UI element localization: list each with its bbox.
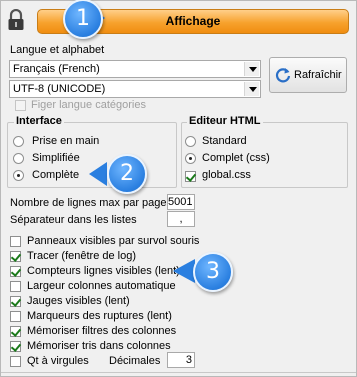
checkbox-trace-log[interactable] [10, 251, 21, 262]
global-css-label: global.css [202, 169, 251, 181]
checkbox-label: Tracer (fenêtre de log) [27, 250, 137, 262]
refresh-icon [275, 68, 291, 83]
checkbox-label: Jauges visibles (lent) [27, 295, 130, 307]
lock-icon[interactable] [7, 9, 25, 31]
checkbox-label: Mémoriser filtres des colonnes [27, 325, 177, 337]
checkbox-remember-sorts[interactable] [10, 341, 21, 352]
interface-radio-1[interactable] [13, 153, 24, 164]
checkbox-line-counters[interactable] [10, 266, 21, 277]
language-section-label: Langue et alphabet [10, 44, 105, 56]
badge-3-pointer [173, 259, 195, 283]
settings-panel: Affichage 1 Langue et alphabet Français … [0, 0, 357, 377]
freeze-language-checkbox[interactable] [15, 100, 26, 111]
decimals-label: Décimales [109, 355, 161, 367]
badge-2-pointer [89, 162, 107, 186]
global-css-checkbox[interactable] [185, 171, 196, 182]
checkbox-label: Mémoriser tris dans colonnes [27, 340, 171, 352]
interface-group-title: Interface [14, 115, 64, 127]
language-select-value: Français (French) [13, 63, 100, 75]
checkbox-gauges[interactable] [10, 296, 21, 307]
checkbox-comma-quantities[interactable] [10, 356, 21, 367]
editor-option-label: Complet (css) [202, 152, 270, 164]
max-lines-label: Nombre de lignes max par page [10, 197, 167, 209]
checkbox-label: Panneaux visibles par survol souris [27, 235, 200, 247]
separator-label: Séparateur dans les listes [10, 214, 137, 226]
checkbox-break-markers[interactable] [10, 311, 21, 322]
editor-option-label: Standard [202, 135, 247, 147]
editor-radio-1[interactable] [185, 153, 196, 164]
checkbox-label: Compteurs lignes visibles (lent) [27, 265, 180, 277]
chevron-down-icon [244, 82, 259, 96]
max-lines-input[interactable]: 5001 [167, 194, 195, 210]
refresh-button[interactable]: Rafraîchir [269, 57, 347, 93]
language-select[interactable]: Français (French) [9, 60, 261, 78]
checkbox-label: Largeur colonnes automatique [27, 280, 176, 292]
checkbox-label: Marqueurs des ruptures (lent) [27, 310, 172, 322]
interface-option-label: Prise en main [32, 135, 100, 147]
refresh-button-label: Rafraîchir [294, 69, 342, 81]
editor-group-title: Editeur HTML [187, 115, 263, 127]
interface-radio-2[interactable] [13, 170, 24, 181]
freeze-language-label: Figer langue catégories [31, 99, 146, 111]
decimals-input[interactable]: 3 [167, 352, 195, 368]
encoding-select[interactable]: UTF-8 (UNICODE) [9, 80, 261, 98]
checkbox-label: Qt à virgules [27, 355, 89, 367]
separator-input[interactable]: , [167, 211, 195, 227]
step-badge-3: 3 [193, 252, 233, 292]
interface-radio-0[interactable] [13, 136, 24, 147]
checkbox-auto-column-width[interactable] [10, 281, 21, 292]
checkbox-hover-panels[interactable] [10, 236, 21, 247]
encoding-select-value: UTF-8 (UNICODE) [13, 83, 106, 95]
chevron-down-icon [244, 62, 259, 76]
editor-radio-0[interactable] [185, 136, 196, 147]
step-badge-1: 1 [63, 0, 103, 39]
interface-option-label: Complète [32, 169, 80, 181]
bottom-divider [1, 372, 356, 373]
interface-option-label: Simplifiée [32, 152, 80, 164]
step-badge-2: 2 [107, 154, 147, 194]
checkbox-remember-filters[interactable] [10, 326, 21, 337]
